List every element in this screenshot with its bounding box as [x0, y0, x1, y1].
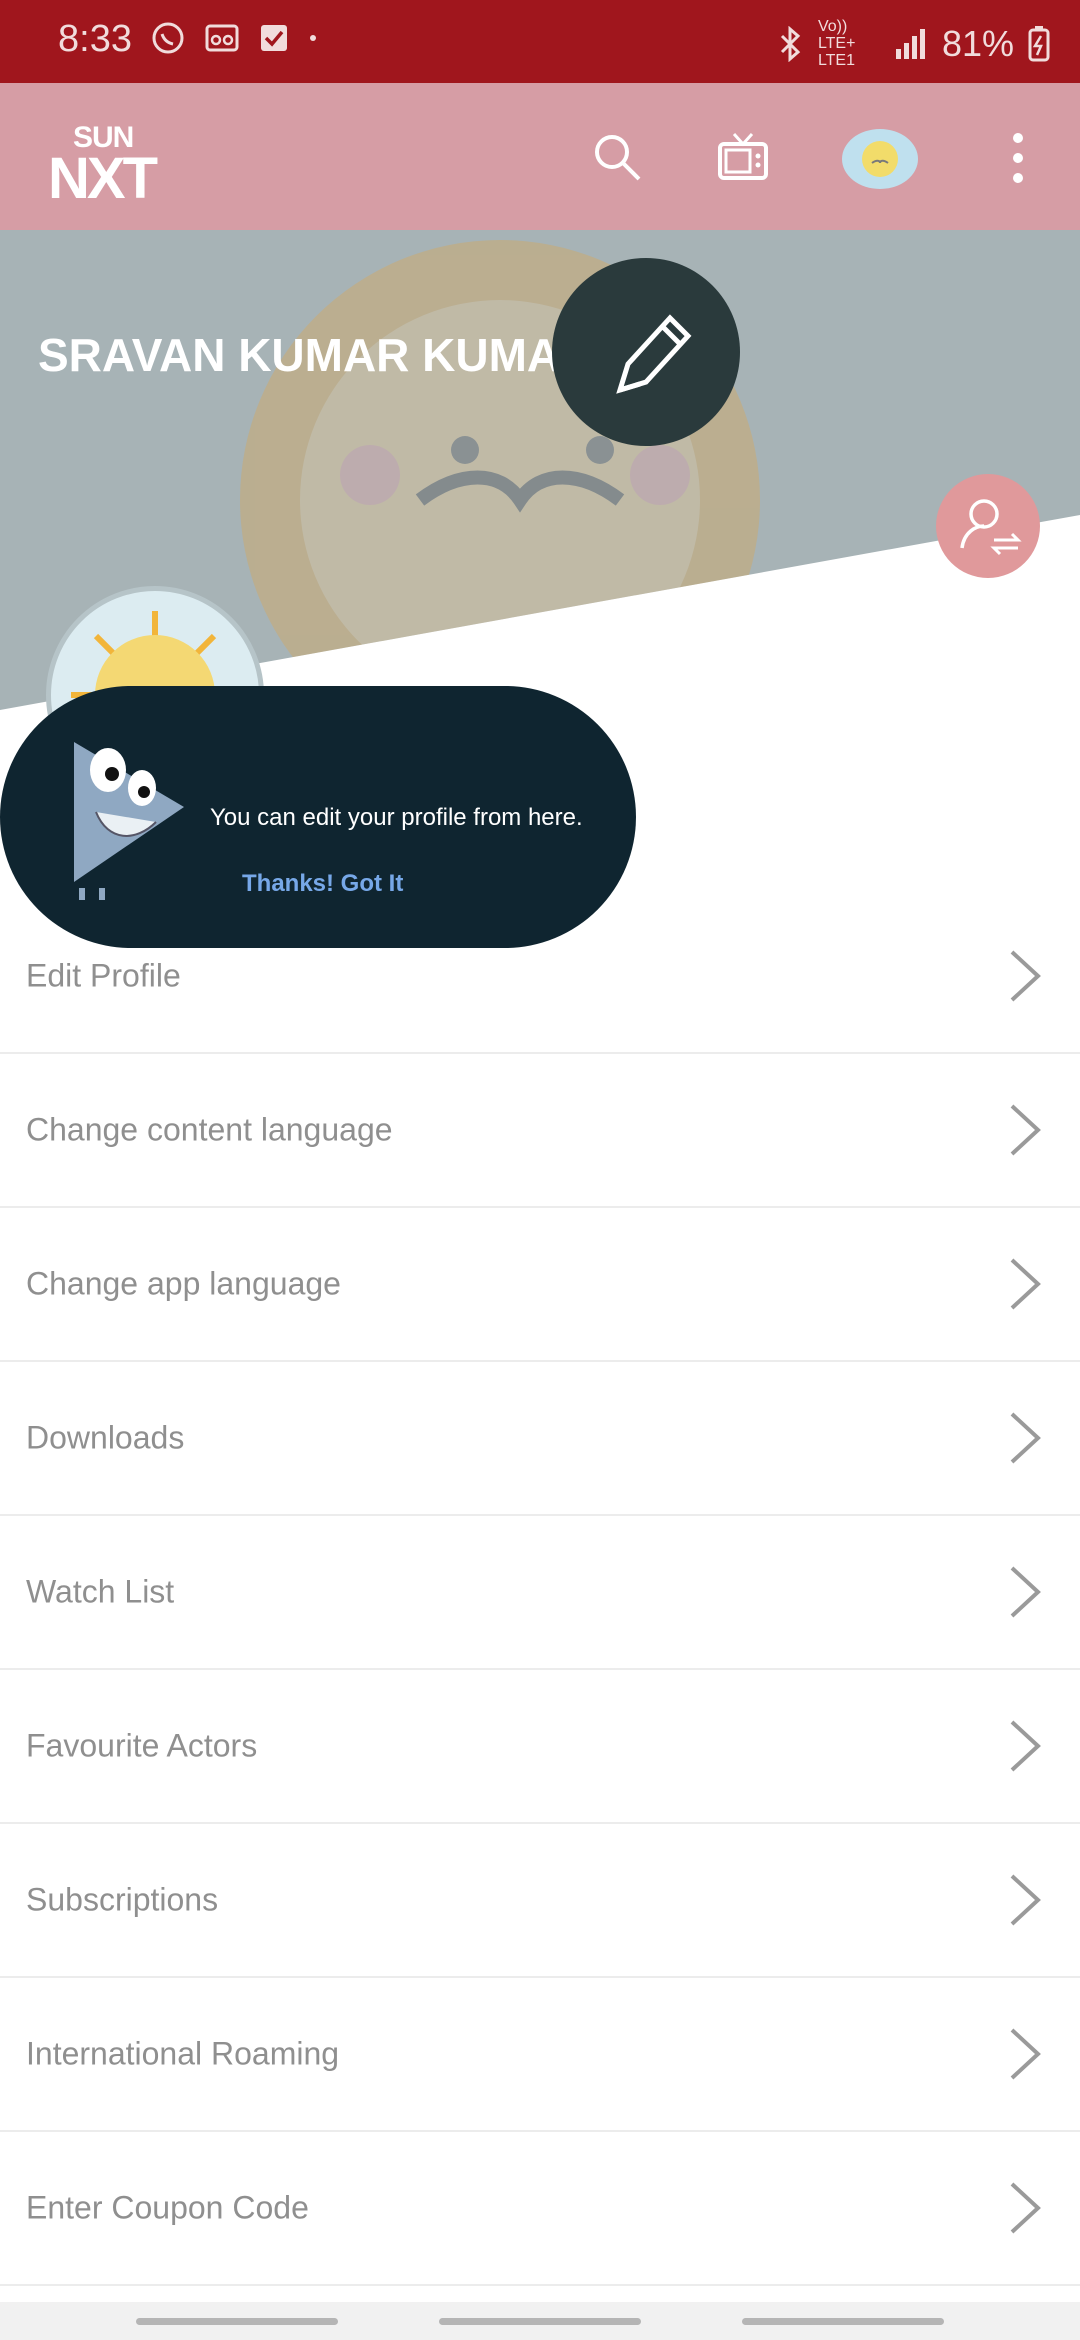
sun-avatar-icon	[862, 141, 898, 177]
nav-home-button[interactable]	[439, 2318, 641, 2325]
battery-percent: 81%	[941, 22, 1014, 64]
chevron-right-icon	[1010, 1720, 1041, 1772]
bluetooth-icon	[780, 25, 801, 62]
menu-item-subscriptions[interactable]: Subscriptions	[0, 1824, 1080, 1978]
mascot-icon	[74, 742, 184, 900]
status-time: 8:33	[58, 18, 132, 60]
chevron-right-icon	[1010, 1104, 1041, 1156]
chevron-right-icon	[1010, 2028, 1041, 2080]
menu-item-downloads[interactable]: Downloads	[0, 1362, 1080, 1516]
menu-item-label: International Roaming	[26, 2035, 340, 2072]
edit-profile-button[interactable]	[552, 258, 740, 446]
nav-back-button[interactable]	[742, 2318, 944, 2325]
search-icon[interactable]	[588, 128, 648, 188]
whatsapp-icon	[152, 22, 184, 54]
menu-item-label: Watch List	[26, 1573, 175, 1610]
battery-charging-icon	[1028, 25, 1050, 61]
dot-icon	[310, 35, 316, 41]
menu-item-watch-list[interactable]: Watch List	[0, 1516, 1080, 1670]
chevron-right-icon	[1010, 1258, 1041, 1310]
menu-item-label: Change content language	[26, 1111, 393, 1148]
chevron-right-icon	[1010, 950, 1041, 1002]
tooltip-message: You can edit your profile from here.	[210, 804, 583, 831]
menu-item-label: Enter Coupon Code	[26, 2189, 309, 2226]
menu-item-label: Downloads	[26, 1419, 185, 1456]
switch-profile-button[interactable]	[936, 474, 1040, 578]
menu-item-label: Subscriptions	[26, 1881, 219, 1918]
system-nav-bar	[0, 2302, 1080, 2340]
tooltip-dismiss-button[interactable]: Thanks! Got It	[242, 870, 403, 898]
switch-user-icon	[960, 499, 1022, 556]
status-right: Vo)) LTE+ LTE1 81%	[778, 18, 1050, 69]
menu-item-edit-profile[interactable]: Edit Profile	[0, 900, 1080, 1054]
chevron-right-icon	[1010, 1566, 1041, 1618]
signal-icon	[895, 28, 925, 59]
voicemail-icon	[205, 24, 239, 52]
app-bar: SUN NXT	[0, 83, 1080, 230]
menu-item-enter-coupon-code[interactable]: Enter Coupon Code	[0, 2132, 1080, 2286]
network-label: Vo)) LTE+ LTE1	[817, 18, 856, 69]
sunnxt-logo[interactable]: SUN NXT	[48, 121, 168, 211]
pencil-icon	[616, 314, 692, 394]
more-vert-icon[interactable]	[1000, 128, 1036, 188]
menu-item-label: Edit Profile	[26, 957, 181, 994]
notification-icons	[150, 20, 318, 56]
menu-item-change-content-language[interactable]: Change content language	[0, 1054, 1080, 1208]
profile-menu: Edit Profile Change content language Cha…	[0, 900, 1080, 2286]
chevron-right-icon	[1010, 1874, 1041, 1926]
nav-recents-button[interactable]	[136, 2318, 338, 2325]
status-bar: 8:33 Vo)) LTE+ LTE1 81%	[0, 0, 1080, 83]
profile-name: SRAVAN KUMAR KUMAR	[38, 329, 594, 381]
avatar[interactable]	[842, 129, 918, 189]
tv-icon[interactable]	[714, 128, 774, 188]
menu-item-favourite-actors[interactable]: Favourite Actors	[0, 1670, 1080, 1824]
logo-bottom-text: NXT	[48, 146, 158, 211]
chevron-right-icon	[1010, 1412, 1041, 1464]
checkbox-icon	[261, 25, 287, 51]
menu-item-label: Change app language	[26, 1265, 341, 1302]
menu-item-international-roaming[interactable]: International Roaming	[0, 1978, 1080, 2132]
menu-item-label: Favourite Actors	[26, 1727, 258, 1764]
menu-item-change-app-language[interactable]: Change app language	[0, 1208, 1080, 1362]
chevron-right-icon	[1010, 2182, 1041, 2234]
